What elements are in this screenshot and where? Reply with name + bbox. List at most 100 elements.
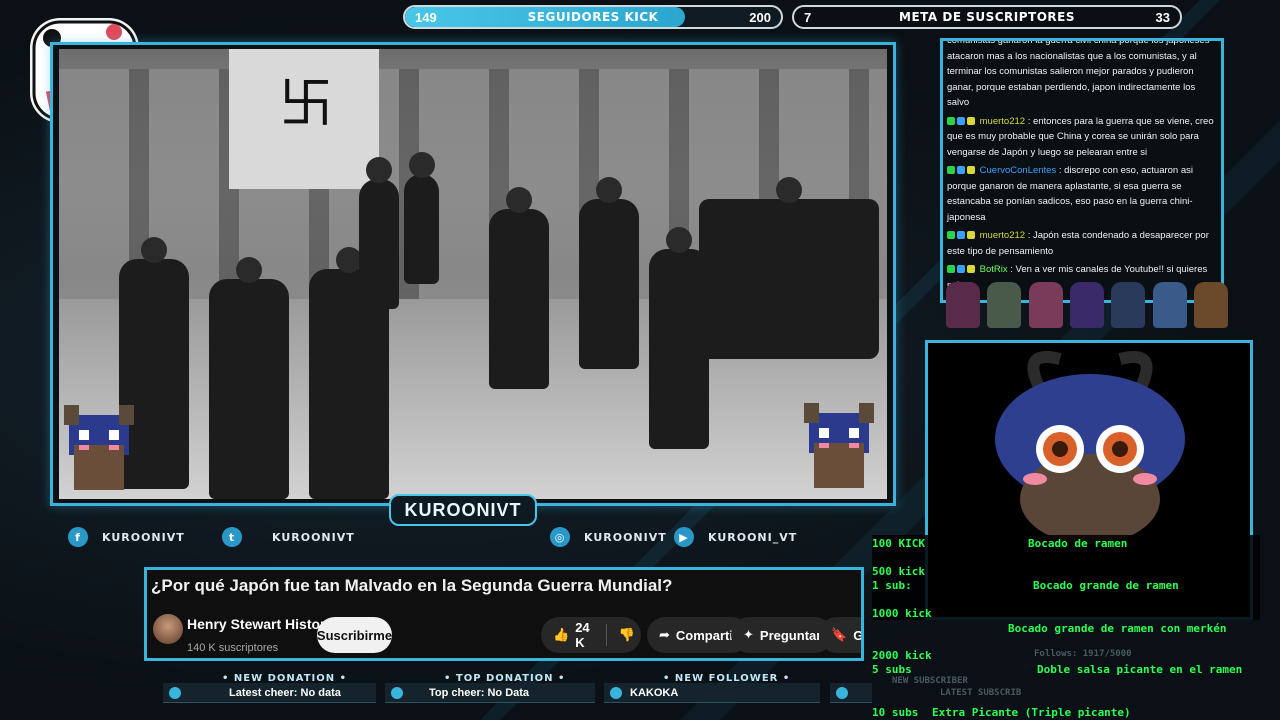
badge-icon (967, 231, 975, 240)
reward-list: 100 KICK Bocado de ramen 500 kick 1 sub:… (872, 535, 1260, 720)
flag-image: 卐 (229, 49, 379, 189)
badge-icon (967, 116, 975, 125)
stream-name-plate: KUROONIVT (389, 494, 537, 526)
thumbs-up-icon[interactable]: 👍 (553, 627, 569, 643)
crown-icon (836, 686, 848, 699)
followers-goal: 200 (749, 9, 771, 25)
badge-icon (947, 116, 955, 125)
social-label: KUROONIVT (272, 530, 355, 544)
social-youtube[interactable]: ▶ KUROONI_VT (674, 527, 797, 547)
chat-text: : es mas, es curioso, pero los comunista… (947, 38, 1210, 108)
reward-cost: 5 subs (872, 663, 912, 676)
youtube-icon: ▶ (674, 527, 694, 547)
money-bag-icon (391, 686, 403, 699)
character-sprite (987, 282, 1022, 328)
facebook-icon: f (68, 527, 88, 547)
instagram-icon: ◎ (550, 527, 570, 547)
bookmark-icon: 🔖 (831, 627, 848, 642)
youtube-info-panel: ¿Por qué Japón fue tan Malvado en la Seg… (144, 567, 864, 661)
character-sprite (946, 282, 980, 328)
top-donation-box: Top cheer: No Data (385, 683, 595, 703)
reward-cost: 500 kick (872, 565, 925, 578)
badge-icon (957, 116, 965, 125)
reward-cost: 2000 kick (872, 649, 932, 662)
reward-item: Extra Picante (Triple picante) (932, 706, 1131, 719)
social-facebook[interactable]: f KUROONIVT (68, 527, 185, 547)
pixel-mascot-right (804, 403, 874, 488)
reward-cost: 1000 kick (872, 607, 932, 620)
subscriber-count: 140 K suscriptores (187, 642, 279, 654)
subs-label: META DE SUSCRIPTORES (899, 10, 1075, 24)
share-icon: ➦ (659, 627, 670, 642)
social-label: KUROONIVT (102, 530, 185, 544)
share-label: Compartir (675, 627, 739, 643)
like-dislike-group: 👍 24 K 👎 (541, 617, 641, 653)
pixel-mascot-left (64, 405, 134, 490)
twitter-icon: t (222, 527, 242, 547)
badge-icon (967, 265, 975, 274)
subs-goal: 33 (1155, 9, 1170, 25)
chat-username[interactable]: BotRix (977, 264, 1008, 275)
thumbs-down-icon[interactable]: 👎 (619, 627, 635, 643)
channel-name[interactable]: Henry Stewart Historia (187, 616, 337, 632)
new-donation-box: Latest cheer: No data (163, 683, 376, 703)
followers-goal-bar: 149 SEGUIDORES KICK 200 (403, 5, 783, 29)
reward-cost: 100 KICK (872, 537, 925, 550)
social-twitter[interactable]: t KUROONIVT (222, 527, 355, 547)
save-label: Gu (853, 627, 864, 643)
subscribe-button[interactable]: Suscribirme (317, 617, 392, 653)
ask-button[interactable]: ✦ Preguntar (731, 617, 834, 653)
character-sprite (1111, 282, 1146, 328)
top-cheer: Top cheer: No Data (429, 686, 530, 699)
chat-username[interactable]: muerto212 (977, 116, 1025, 127)
vtuber-avatar (995, 351, 1185, 544)
channel-avatar[interactable] (153, 614, 183, 644)
character-sprite (1152, 282, 1187, 328)
like-count[interactable]: 24 K (575, 620, 594, 650)
character-sprite (1028, 282, 1063, 328)
reward-item: Doble salsa picante en el ramen (1037, 663, 1243, 676)
reward-item: Bocado grande de ramen (1033, 579, 1179, 592)
badge-icon (957, 231, 965, 240)
reward-item: Bocado de ramen (1028, 537, 1128, 550)
chat-message: muerto212 : entonces para la guerra que … (947, 114, 1217, 161)
latest-subscriber-label: LATEST SUBSCRIB (940, 688, 1022, 698)
badge-icon (957, 166, 965, 175)
reward-item: Bocado grande de ramen con merkén (1008, 622, 1227, 635)
badge-icon (957, 265, 965, 274)
subs-goal-bar: 7 META DE SUSCRIPTORES 33 (792, 5, 1182, 29)
follows-counter: Follows: 1917/5000 (1034, 649, 1132, 659)
chat-username[interactable]: muerto212 (977, 230, 1025, 241)
character-sprite (1193, 282, 1228, 328)
followers-label: SEGUIDORES KICK (527, 10, 659, 24)
badge-icon (947, 231, 955, 240)
chat-message: CuervoConLentes : discrepo con eso, actu… (947, 163, 1217, 225)
subscriber-box (830, 683, 872, 703)
follower-icon (610, 686, 622, 699)
subs-current: 7 (804, 9, 812, 25)
badge-icon (947, 265, 955, 274)
ask-label: Preguntar (759, 627, 822, 643)
donation-icon (169, 686, 181, 699)
badge-icon (947, 166, 955, 175)
video-title[interactable]: ¿Por qué Japón fue tan Malvado en la Seg… (151, 576, 672, 596)
chat-messages: CuervoConLentes : es mas, es curioso, pe… (947, 38, 1217, 296)
latest-cheer: Latest cheer: No data (229, 686, 341, 699)
new-follower-box: KAKOKA (604, 683, 820, 703)
chat-message: muerto212 : Japón esta condenado a desap… (947, 228, 1217, 259)
reward-cost: 1 sub: (872, 579, 912, 592)
save-button[interactable]: 🔖 Gu (819, 617, 864, 653)
followers-current: 149 (415, 9, 437, 25)
video-player[interactable]: 卐 (59, 49, 887, 499)
chat-panel: CuervoConLentes : es mas, es curioso, pe… (940, 38, 1224, 303)
new-subscriber-heading: NEW SUBSCRIBER (892, 676, 968, 686)
character-row (946, 282, 1228, 332)
character-sprite (1069, 282, 1104, 328)
badge-icon (967, 166, 975, 175)
latest-follower: KAKOKA (630, 686, 679, 699)
chat-username[interactable]: CuervoConLentes (977, 165, 1057, 176)
chat-message: CuervoConLentes : es mas, es curioso, pe… (947, 38, 1217, 111)
reward-cost: 10 subs (872, 706, 919, 719)
social-instagram[interactable]: ◎ KUROONIVT (550, 527, 667, 547)
social-label: KUROONIVT (584, 530, 667, 544)
